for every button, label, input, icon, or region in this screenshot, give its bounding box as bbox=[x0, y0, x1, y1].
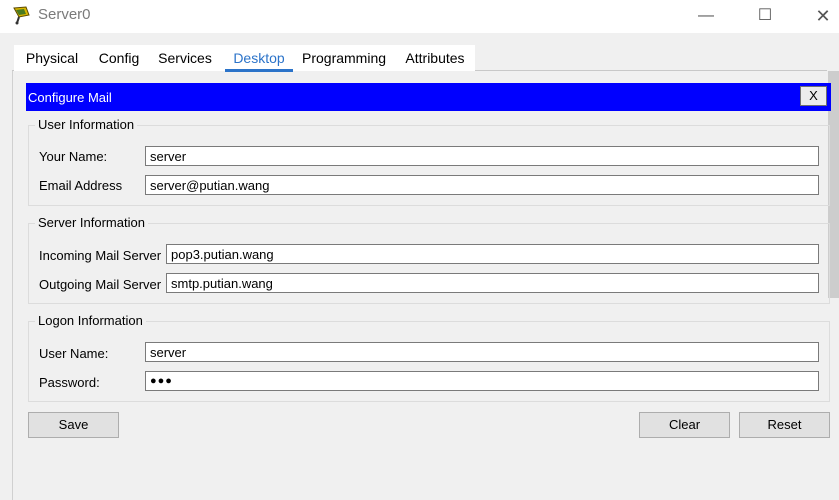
user-information-legend: User Information bbox=[35, 117, 138, 132]
server-information-group: Server Information Incoming Mail Server … bbox=[28, 215, 830, 304]
title-bar: Server0 — ☐ ✕ bbox=[0, 0, 839, 33]
user-name-label: User Name: bbox=[39, 346, 109, 361]
your-name-input[interactable] bbox=[145, 146, 819, 166]
tab-attributes[interactable]: Attributes bbox=[399, 45, 471, 71]
password-label: Password: bbox=[39, 375, 100, 390]
minimize-button[interactable]: — bbox=[687, 3, 725, 29]
incoming-mail-server-label: Incoming Mail Server bbox=[39, 248, 162, 263]
incoming-mail-server-input[interactable] bbox=[166, 244, 819, 264]
save-button[interactable]: Save bbox=[28, 412, 119, 438]
server-app-icon bbox=[13, 6, 30, 25]
configure-mail-header: Configure Mail X bbox=[26, 83, 831, 111]
clear-button[interactable]: Clear bbox=[639, 412, 730, 438]
dialog-title: Configure Mail bbox=[28, 90, 112, 105]
server-information-legend: Server Information bbox=[35, 215, 148, 230]
reset-button[interactable]: Reset bbox=[739, 412, 830, 438]
tab-programming[interactable]: Programming bbox=[302, 45, 386, 71]
dialog-close-button[interactable]: X bbox=[800, 86, 827, 106]
your-name-label: Your Name: bbox=[39, 149, 108, 164]
logon-information-legend: Logon Information bbox=[35, 313, 146, 328]
logon-information-group: Logon Information User Name: Password: bbox=[28, 313, 830, 402]
email-address-label: Email Address bbox=[39, 178, 123, 193]
user-information-group: User Information Your Name: Email Addres… bbox=[28, 117, 830, 206]
password-input[interactable] bbox=[145, 371, 819, 391]
outgoing-mail-server-input[interactable] bbox=[166, 273, 819, 293]
maximize-button[interactable]: ☐ bbox=[746, 3, 784, 29]
tab-bar: Physical Config Services Desktop Program… bbox=[14, 45, 475, 72]
tab-desktop[interactable]: Desktop bbox=[225, 45, 293, 72]
window-title: Server0 bbox=[38, 6, 91, 23]
close-window-button[interactable]: ✕ bbox=[804, 3, 839, 29]
outgoing-mail-server-label: Outgoing Mail Server bbox=[39, 277, 162, 292]
tab-services[interactable]: Services bbox=[154, 45, 216, 71]
tab-physical[interactable]: Physical bbox=[14, 45, 90, 71]
user-name-input[interactable] bbox=[145, 342, 819, 362]
email-address-input[interactable] bbox=[145, 175, 819, 195]
tab-config[interactable]: Config bbox=[94, 45, 144, 71]
